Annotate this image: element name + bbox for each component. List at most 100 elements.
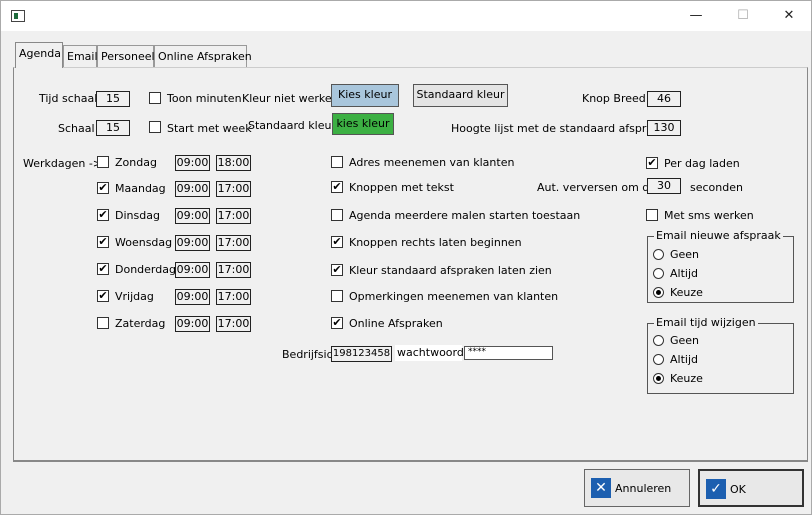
maximize-button[interactable]: ☐ [731,5,755,27]
hoogte-lijst-field[interactable]: 130 [647,120,681,136]
minimize-button[interactable]: — [684,5,708,27]
workday-end-field[interactable]: 17:00 [216,289,251,305]
workday-checkbox[interactable]: ✔ [97,263,109,275]
workday-start-field[interactable]: 09:00 [175,235,210,251]
option-label: Opmerkingen meenemen van klanten [349,290,559,303]
email-tijd-radio[interactable] [653,373,664,384]
workday-checkbox[interactable]: ✔ [97,290,109,302]
toon-minuten-label: Toon minuten [167,92,242,105]
seconden-label: seconden [690,181,743,194]
option-checkbox[interactable] [331,156,343,168]
standaard-kleur-button[interactable]: Standaard kleur [413,84,508,107]
schaal-label: Schaal [58,122,95,135]
email-tijd-radio-label: Keuze [670,372,703,385]
workday-end-field[interactable]: 17:00 [216,208,251,224]
knop-breed-label: Knop Breed [582,92,646,105]
option-label: Online Afspraken [349,317,443,330]
workday-checkbox[interactable]: ✔ [97,182,109,194]
workday-label: Dinsdag [115,209,160,222]
tijd-schaal-field[interactable]: 15 [96,91,130,107]
toon-minuten-checkbox[interactable] [149,92,161,104]
email-tijd-radio-label: Geen [670,334,700,347]
workday-start-field[interactable]: 09:00 [175,289,210,305]
start-met-week-label: Start met week [167,122,252,135]
workday-checkbox[interactable]: ✔ [97,236,109,248]
email-tijd-wijzigen-title: Email tijd wijzigen [654,316,758,329]
workday-end-field[interactable]: 18:00 [216,155,251,171]
email-nieuwe-radio[interactable] [653,268,664,279]
workday-start-field[interactable]: 09:00 [175,181,210,197]
workday-checkbox[interactable] [97,156,109,168]
bedrijfsid-field[interactable]: 198123458 [331,346,392,362]
option-label: Adres meenemen van klanten [349,156,515,169]
tab-agenda[interactable]: Agenda [15,42,63,68]
workday-checkbox[interactable] [97,317,109,329]
workday-checkbox[interactable]: ✔ [97,209,109,221]
tijd-schaal-label: Tijd schaal [39,92,98,105]
hoogte-lijst-label: Hoogte lijst met de standaard afspraken [451,122,673,135]
option-checkbox[interactable] [331,209,343,221]
email-nieuwe-afspraak-title: Email nieuwe afspraak [654,229,783,242]
schaal-field[interactable]: 15 [96,120,130,136]
email-nieuwe-radio-label: Keuze [670,286,703,299]
aut-verversen-field[interactable]: 30 [647,178,681,194]
close-icon: ✕ [591,478,611,498]
email-tijd-radio[interactable] [653,335,664,346]
ok-button[interactable]: ✓ OK [698,469,804,507]
met-sms-werken-label: Met sms werken [664,209,754,222]
kies-kleur-standaard-button[interactable]: kies kleur [332,113,394,135]
footer-divider [13,461,808,462]
workday-end-field[interactable]: 17:00 [216,235,251,251]
option-checkbox[interactable]: ✔ [331,317,343,329]
workday-start-field[interactable]: 09:00 [175,208,210,224]
workday-label: Zaterdag [115,317,166,330]
close-button[interactable]: ✕ [777,5,801,27]
workday-start-field[interactable]: 09:00 [175,316,210,332]
workday-end-field[interactable]: 17:00 [216,262,251,278]
kies-kleur-niet-werken-button[interactable]: Kies kleur [331,84,399,107]
aut-verversen-label: Aut. verversen om de [537,181,657,194]
email-nieuwe-radio-label: Altijd [670,267,698,280]
workday-label: Zondag [115,156,157,169]
email-tijd-radio[interactable] [653,354,664,365]
wachtwoord-field[interactable]: **** [464,346,553,360]
workday-label: Vrijdag [115,290,154,303]
tab-online-afspraken[interactable]: Online Afspraken [154,45,252,67]
email-nieuwe-radio[interactable] [653,249,664,260]
wachtwoord-label: wachtwoord [395,345,464,361]
option-label: Agenda meerdere malen starten toestaan [349,209,581,222]
per-dag-laden-checkbox[interactable]: ✔ [646,157,658,169]
met-sms-werken-checkbox[interactable] [646,209,658,221]
tab-email[interactable]: Email [63,45,98,67]
workday-label: Donderdag [115,263,176,276]
start-met-week-checkbox[interactable] [149,121,161,133]
bedrijfsid-label: Bedrijfsid [282,348,334,361]
workday-start-field[interactable]: 09:00 [175,262,210,278]
email-nieuwe-radio-label: Geen [670,248,700,261]
annuleren-label: Annuleren [615,482,672,495]
option-checkbox[interactable]: ✔ [331,236,343,248]
workday-label: Woensdag [115,236,173,249]
checkmark-icon: ✓ [706,479,726,499]
email-nieuwe-radio[interactable] [653,287,664,298]
workday-end-field[interactable]: 17:00 [216,181,251,197]
option-checkbox[interactable]: ✔ [331,181,343,193]
per-dag-laden-label: Per dag laden [664,157,740,170]
ok-label: OK [730,483,746,496]
email-tijd-radio-label: Altijd [670,353,698,366]
app-window-icon [11,10,25,22]
option-label: Kleur standaard afspraken laten zien [349,264,552,277]
workday-start-field[interactable]: 09:00 [175,155,210,171]
option-checkbox[interactable]: ✔ [331,264,343,276]
workday-end-field[interactable]: 17:00 [216,316,251,332]
settings-window: — ☐ ✕ Agenda Email Personeel Online Afsp… [0,0,812,515]
knop-breed-field[interactable]: 46 [647,91,681,107]
tab-personeel[interactable]: Personeel [97,45,155,67]
option-label: Knoppen met tekst [349,181,454,194]
annuleren-button[interactable]: ✕ Annuleren [584,469,690,507]
werkdagen-label: Werkdagen -> [23,157,103,170]
option-checkbox[interactable] [331,290,343,302]
option-label: Knoppen rechts laten beginnen [349,236,522,249]
kleur-niet-werken-label: Kleur niet werken [242,92,339,105]
title-bar: — ☐ ✕ [1,1,811,31]
